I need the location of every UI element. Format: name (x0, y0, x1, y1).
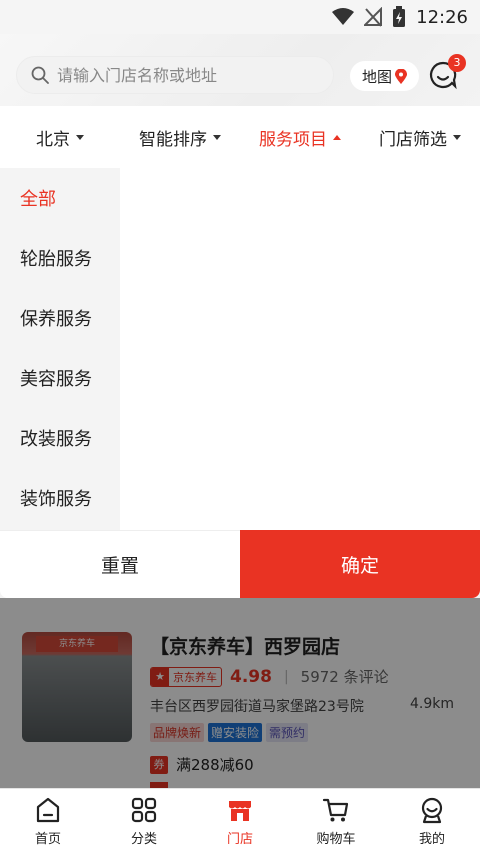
filter-tab-city[interactable]: 北京 (0, 106, 120, 168)
nav-label: 首页 (34, 831, 61, 847)
bottom-nav: 首页 分类 门店 购物车 我的 (0, 788, 480, 853)
filter-tab-store-filter[interactable]: 门店筛选 (360, 106, 480, 168)
nav-label: 购物车 (316, 831, 356, 847)
map-button[interactable]: 地图 (350, 61, 420, 91)
nav-label: 分类 (130, 831, 157, 847)
nav-category[interactable]: 分类 (96, 789, 192, 853)
message-button[interactable]: 3 (428, 54, 466, 94)
battery-charging-icon (393, 6, 406, 27)
dropdown-actions: 重置 确定 (0, 530, 480, 598)
search-box[interactable] (16, 56, 334, 94)
no-signal-icon (364, 7, 383, 27)
category-item-tire[interactable]: 轮胎服务 (0, 228, 120, 288)
nav-label: 门店 (226, 831, 253, 847)
wifi-icon (332, 8, 355, 25)
caret-down-icon (76, 134, 84, 140)
filter-tab-label: 门店筛选 (379, 129, 447, 150)
nav-cart[interactable]: 购物车 (288, 789, 384, 853)
status-icons: 12:26 (332, 6, 468, 28)
nav-store[interactable]: 门店 (192, 789, 288, 853)
category-item-all[interactable]: 全部 (0, 168, 120, 228)
category-list: 全部 轮胎服务 保养服务 美容服务 改装服务 装饰服务 (0, 168, 120, 530)
confirm-button[interactable]: 确定 (240, 530, 480, 598)
map-label: 地图 (362, 67, 393, 86)
search-header: 地图 3 (0, 34, 480, 106)
filter-tab-label: 智能排序 (139, 129, 207, 150)
search-icon (31, 66, 49, 84)
profile-icon (421, 797, 443, 823)
store-icon (229, 800, 251, 821)
nav-profile[interactable]: 我的 (384, 789, 480, 853)
category-item-decoration[interactable]: 装饰服务 (0, 468, 120, 528)
category-item-beauty[interactable]: 美容服务 (0, 348, 120, 408)
service-dropdown: 全部 轮胎服务 保养服务 美容服务 改装服务 装饰服务 重置 确定 (0, 168, 480, 598)
dim-overlay[interactable] (0, 598, 480, 788)
status-time: 12:26 (416, 6, 468, 28)
filter-tab-service[interactable]: 服务项目 (240, 106, 360, 168)
filter-tab-sort[interactable]: 智能排序 (120, 106, 240, 168)
filter-tab-label: 北京 (36, 129, 70, 150)
filter-tab-label: 服务项目 (259, 129, 327, 150)
home-icon (36, 797, 60, 822)
caret-up-icon (333, 134, 341, 140)
filter-bar: 北京 智能排序 服务项目 门店筛选 (0, 106, 480, 168)
reset-button[interactable]: 重置 (0, 530, 240, 598)
caret-down-icon (453, 134, 461, 140)
search-input[interactable] (57, 65, 307, 85)
category-icon (131, 797, 157, 822)
nav-label: 我的 (418, 831, 445, 847)
cart-icon (322, 798, 349, 821)
category-item-modification[interactable]: 改装服务 (0, 408, 120, 468)
status-bar: 12:26 (0, 0, 480, 34)
nav-home[interactable]: 首页 (0, 789, 96, 853)
caret-down-icon (213, 134, 221, 140)
category-item-maintenance[interactable]: 保养服务 (0, 288, 120, 348)
location-pin-icon (395, 68, 408, 84)
message-badge: 3 (448, 54, 466, 72)
subcategory-panel (120, 168, 480, 530)
